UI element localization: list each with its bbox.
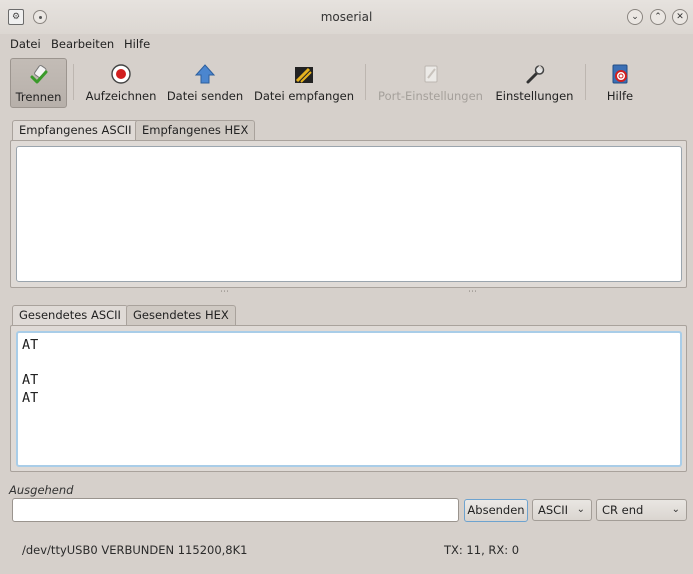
sent-tabs: Gesendetes ASCII Gesendetes HEX <box>12 305 312 326</box>
outgoing-label: Ausgehend <box>9 483 74 497</box>
connection-status: /dev/ttyUSB0 VERBUNDEN 115200,8K1 <box>22 543 248 557</box>
tab-received-hex[interactable]: Empfangenes HEX <box>135 120 256 140</box>
help-button[interactable]: Hilfe <box>600 58 640 108</box>
receive-file-button[interactable]: Datei empfangen <box>253 58 355 108</box>
clapperboard-icon <box>293 63 315 85</box>
chevron-down-icon: ⌄ <box>576 504 585 515</box>
upload-arrow-icon <box>194 63 216 85</box>
window-title: moserial <box>320 10 373 24</box>
line-end-select[interactable]: CR end ⌄ <box>596 499 687 521</box>
toolbar-separator <box>585 64 586 100</box>
toolbar: Trennen Aufzeichnen Datei senden Datei e… <box>0 54 693 114</box>
tx-rx-counter: TX: 11, RX: 0 <box>444 543 520 557</box>
sent-text: AT AT AT <box>22 337 39 406</box>
minimize-button[interactable]: ⌄ <box>627 9 643 25</box>
splitter-grip[interactable]: ⋯ <box>468 287 477 297</box>
settings-button[interactable]: Einstellungen <box>494 58 575 108</box>
record-label: Aufzeichnen <box>85 89 157 103</box>
menu-bearbeiten[interactable]: Bearbeiten <box>51 37 114 51</box>
title-bar: ⚙ moserial ⌄ ⌃ ✕ <box>0 0 693 34</box>
maximize-button[interactable]: ⌃ <box>650 9 666 25</box>
receive-file-label: Datei empfangen <box>254 89 354 103</box>
settings-label: Einstellungen <box>495 89 574 103</box>
sent-text-area[interactable]: AT AT AT <box>16 331 682 467</box>
format-select-value: ASCII <box>538 503 568 517</box>
menu-bar: Datei Bearbeiten Hilfe <box>0 34 693 54</box>
toolbar-separator <box>73 64 74 100</box>
wrench-icon <box>524 63 546 85</box>
tab-sent-hex[interactable]: Gesendetes HEX <box>126 305 236 325</box>
disconnect-plug-icon <box>28 64 50 86</box>
record-icon <box>110 63 132 85</box>
disconnect-label: Trennen <box>15 90 62 104</box>
disconnect-button[interactable]: Trennen <box>10 58 67 108</box>
menu-datei[interactable]: Datei <box>10 37 41 51</box>
received-tabs: Empfangenes ASCII Empfangenes HEX <box>12 120 312 141</box>
chevron-down-icon: ⌄ <box>671 504 680 515</box>
tab-received-ascii[interactable]: Empfangenes ASCII <box>12 120 139 141</box>
send-button[interactable]: Absenden <box>464 499 528 522</box>
help-label: Hilfe <box>606 89 634 103</box>
received-panel <box>10 140 687 288</box>
line-end-select-value: CR end <box>602 503 644 517</box>
splitter-grip[interactable]: ⋯ <box>220 287 229 297</box>
tab-sent-ascii[interactable]: Gesendetes ASCII <box>12 305 128 326</box>
sent-panel: AT AT AT <box>10 325 687 472</box>
record-button[interactable]: Aufzeichnen <box>84 58 158 108</box>
outgoing-input[interactable] <box>12 498 459 522</box>
port-settings-button[interactable]: Port-Einstellungen <box>375 58 486 108</box>
help-book-icon <box>609 63 631 85</box>
port-settings-icon <box>420 63 442 85</box>
send-file-label: Datei senden <box>166 89 244 103</box>
send-file-button[interactable]: Datei senden <box>166 58 244 108</box>
toolbar-separator <box>365 64 366 100</box>
close-button[interactable]: ✕ <box>672 9 688 25</box>
format-select[interactable]: ASCII ⌄ <box>532 499 592 521</box>
port-settings-label: Port-Einstellungen <box>378 89 483 103</box>
menu-hilfe[interactable]: Hilfe <box>124 37 150 51</box>
received-text-area[interactable] <box>16 146 682 282</box>
